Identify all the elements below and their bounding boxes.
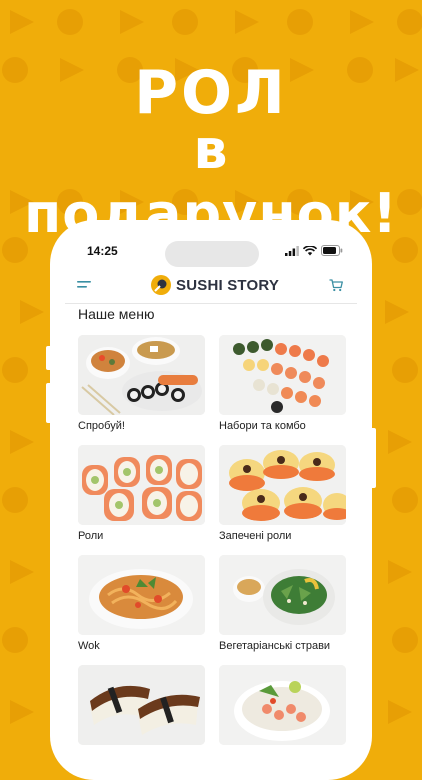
card-label: Вегетаріанські страви [219, 640, 331, 652]
status-bar: 14:25 [65, 233, 357, 269]
menu-card-nigiri[interactable] [78, 665, 205, 750]
cart-icon[interactable] [329, 279, 343, 292]
card-image [78, 665, 205, 745]
phone-power-button [372, 428, 376, 488]
wifi-icon [303, 245, 317, 255]
card-image [78, 555, 205, 635]
menu-icon[interactable] [77, 280, 91, 290]
card-image [78, 445, 205, 525]
brand-name: SUSHI STORY [176, 276, 280, 294]
app-bar: SUSHI STORY [65, 271, 357, 304]
card-label: Запечені роли [219, 530, 292, 542]
card-image [219, 555, 346, 635]
menu-card-poke[interactable] [219, 665, 346, 750]
card-label: Wok [78, 640, 100, 652]
card-image [78, 335, 205, 415]
card-label: Спробуй! [78, 420, 125, 432]
battery-icon [321, 245, 343, 256]
phone-screen: 14:25 SUSHI STORY Наше меню Спробуй! Наб… [65, 233, 357, 773]
dynamic-island [165, 241, 259, 267]
card-label: Роли [78, 530, 104, 542]
menu-card-baked-rolls[interactable]: Запечені роли [219, 445, 346, 542]
card-image [219, 665, 346, 745]
menu-title: Наше меню [78, 306, 155, 322]
card-image [219, 335, 346, 415]
menu-card-try[interactable]: Спробуй! [78, 335, 205, 432]
status-icons [285, 245, 343, 256]
menu-card-sets[interactable]: Набори та комбо [219, 335, 346, 432]
brand-logo[interactable]: SUSHI STORY [151, 275, 279, 295]
card-image [219, 445, 346, 525]
signal-icon [285, 245, 299, 256]
menu-card-rolls[interactable]: Роли [78, 445, 205, 542]
menu-card-vegetarian[interactable]: Вегетаріанські страви [219, 555, 346, 652]
card-label: Набори та комбо [219, 420, 306, 432]
logo-mark-icon [151, 275, 171, 295]
status-time: 14:25 [87, 244, 118, 258]
menu-card-wok[interactable]: Wok [78, 555, 205, 652]
